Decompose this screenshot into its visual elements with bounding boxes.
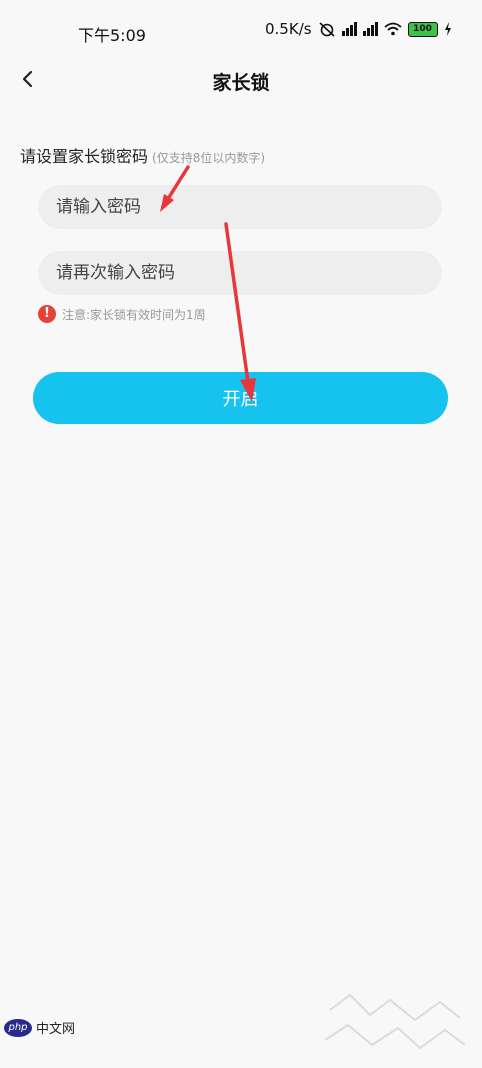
password-label: 请设置家长锁密码 [20,147,149,166]
status-icons: 0.5K/s 100 [265,20,452,38]
battery-icon: 100 [407,21,438,37]
warning-icon: ! [38,305,56,323]
validity-notice: ! 注意:家长锁有效时间为1周 [38,305,206,323]
site-watermark: php 中文网 [4,1018,75,1037]
php-logo: php [4,1018,32,1037]
status-time: 下午5:09 [78,26,146,45]
status-bar: 下午5:09 0.5K/s 100 [0,0,482,60]
watermark-text: 中文网 [36,1022,76,1037]
password-input[interactable] [38,185,442,229]
password-hint: (仅支持8位以内数字) [152,151,266,165]
watermark-pattern-icon [324,993,466,1050]
network-speed: 0.5K/s [265,20,312,38]
signal-hd-icon [341,22,357,36]
wifi-icon [383,22,402,36]
nav-bar: 家长锁 [0,58,482,102]
page-title: 家长锁 [212,72,270,94]
enable-button[interactable]: 开启 [33,372,448,424]
confirm-password-input[interactable] [38,251,442,295]
alarm-off-icon [319,22,335,37]
signal-hd-2-icon [362,22,378,36]
notice-text: 注意:家长锁有效时间为1周 [62,307,206,322]
password-section-label: 请设置家长锁密码 (仅支持8位以内数字) [20,143,265,167]
charging-icon [444,22,451,36]
